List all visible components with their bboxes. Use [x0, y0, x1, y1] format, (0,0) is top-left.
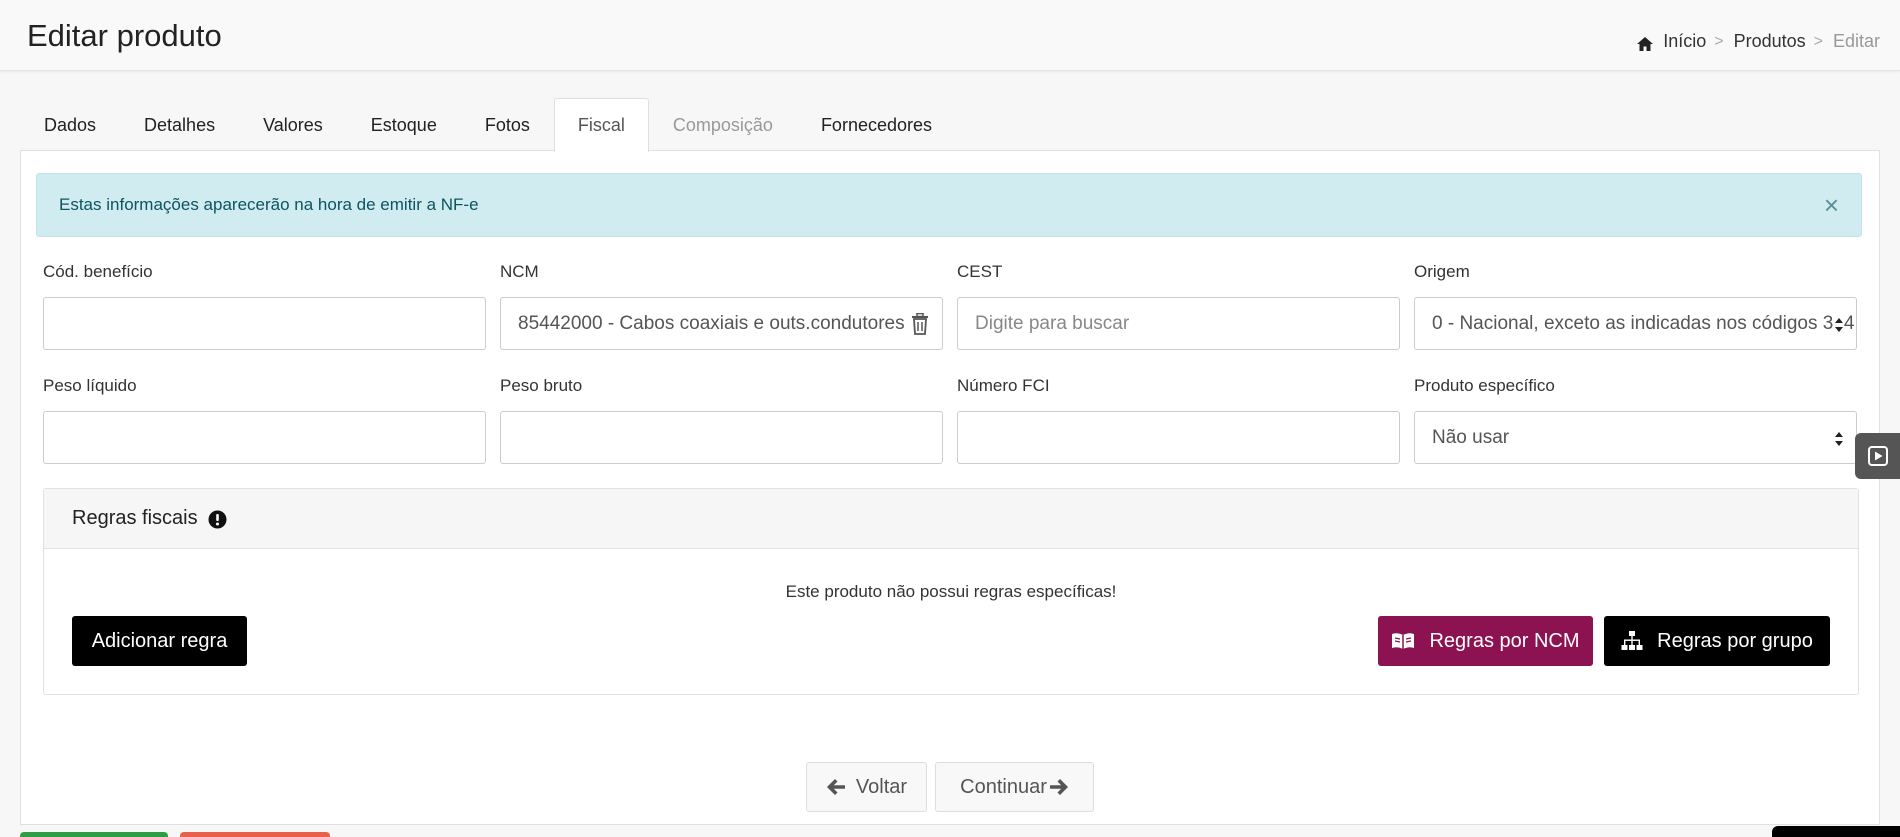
cod-beneficio-input[interactable]	[43, 297, 486, 350]
trash-icon[interactable]	[910, 313, 930, 335]
cest-input[interactable]: Digite para buscar	[957, 297, 1400, 350]
ncm-label: NCM	[500, 262, 539, 281]
numero-fci-label: Número FCI	[957, 376, 1050, 395]
fiscal-rules-header: Regras fiscais	[44, 489, 1858, 549]
produto-especifico-value: Não usar	[1432, 426, 1510, 448]
continue-label: Continuar	[960, 775, 1047, 798]
tab-valores[interactable]: Valores	[239, 98, 347, 151]
ncm-group: NCM 85442000 - Cabos coaxiais e outs.con…	[500, 262, 943, 350]
arrow-right-icon	[1049, 779, 1068, 795]
exclamation-icon[interactable]	[208, 510, 227, 529]
numero-fci-input[interactable]	[957, 411, 1400, 464]
origem-select[interactable]: 0 - Nacional, exceto as indicadas nos có…	[1414, 297, 1857, 350]
select-arrows-icon	[1834, 430, 1844, 448]
peso-liquido-input[interactable]	[43, 411, 486, 464]
alert-message: Estas informações aparecerão na hora de …	[59, 195, 479, 214]
tab-detalhes[interactable]: Detalhes	[120, 98, 239, 151]
rules-by-ncm-button[interactable]: Regras por NCM	[1378, 616, 1593, 666]
back-button[interactable]: Voltar	[806, 762, 927, 812]
cod-beneficio-group: Cód. benefício	[43, 262, 486, 350]
page-header: Editar produto Início > Produtos > Edita…	[0, 0, 1900, 71]
info-alert: Estas informações aparecerão na hora de …	[36, 173, 1862, 237]
fiscal-tab-content: Estas informações aparecerão na hora de …	[20, 150, 1880, 825]
tab-fornecedores[interactable]: Fornecedores	[797, 98, 956, 151]
cest-group: CEST Digite para buscar	[957, 262, 1400, 350]
play-square-icon	[1867, 446, 1888, 466]
tab-dados[interactable]: Dados	[20, 98, 120, 151]
tab-estoque[interactable]: Estoque	[347, 98, 461, 151]
rules-by-group-label: Regras por grupo	[1657, 629, 1813, 652]
origem-label: Origem	[1414, 262, 1470, 281]
rules-by-group-button[interactable]: Regras por grupo	[1604, 616, 1830, 666]
peso-bruto-input[interactable]	[500, 411, 943, 464]
produto-especifico-label: Produto específico	[1414, 376, 1555, 395]
tab-composicao[interactable]: Composição	[649, 98, 797, 151]
back-label: Voltar	[855, 775, 908, 798]
cod-beneficio-label: Cód. benefício	[43, 262, 153, 281]
save-button-edge[interactable]	[20, 832, 168, 837]
page-title: Editar produto	[27, 18, 222, 53]
peso-bruto-label: Peso bruto	[500, 376, 583, 395]
select-arrows-icon	[1834, 316, 1844, 334]
peso-bruto-group: Peso bruto	[500, 376, 943, 464]
tab-fotos[interactable]: Fotos	[461, 98, 554, 151]
origem-value: 0 - Nacional, exceto as indicadas nos có…	[1432, 312, 1856, 334]
breadcrumb-products[interactable]: Produtos	[1734, 31, 1806, 52]
home-icon	[1637, 36, 1654, 51]
peso-liquido-group: Peso líquido	[43, 376, 486, 464]
fiscal-rules-title: Regras fiscais	[72, 507, 198, 529]
book-icon	[1392, 633, 1415, 649]
floating-widget-edge[interactable]	[1772, 826, 1900, 837]
fiscal-rules-panel: Regras fiscais Este produto não possui r…	[43, 488, 1859, 695]
continue-button[interactable]: Continuar	[935, 762, 1094, 812]
tab-bar: Dados Detalhes Valores Estoque Fotos Fis…	[20, 98, 956, 152]
breadcrumb: Início > Produtos > Editar	[1636, 31, 1880, 52]
ncm-input[interactable]: 85442000 - Cabos coaxiais e outs.conduto…	[500, 297, 943, 350]
produto-especifico-select[interactable]: Não usar	[1414, 411, 1857, 464]
ncm-value: 85442000 - Cabos coaxiais e outs.conduto…	[518, 312, 905, 334]
sitemap-icon	[1621, 631, 1643, 650]
cest-label: CEST	[957, 262, 1003, 281]
produto-especifico-group: Produto específico Não usar	[1414, 376, 1857, 464]
no-rules-message: Este produto não possui regras específic…	[785, 582, 1117, 601]
cancel-button-edge[interactable]	[180, 832, 330, 837]
origem-group: Origem 0 - Nacional, exceto as indicadas…	[1414, 262, 1857, 350]
breadcrumb-separator: >	[1813, 32, 1823, 50]
peso-liquido-label: Peso líquido	[43, 376, 137, 395]
rules-by-ncm-label: Regras por NCM	[1429, 629, 1580, 652]
close-icon[interactable]: ×	[1824, 192, 1839, 218]
arrow-left-icon	[826, 779, 845, 795]
breadcrumb-separator: >	[1714, 32, 1724, 50]
breadcrumb-home[interactable]: Início	[1663, 31, 1706, 52]
side-panel-toggle[interactable]	[1855, 433, 1900, 479]
numero-fci-group: Número FCI	[957, 376, 1400, 464]
breadcrumb-edit: Editar	[1832, 31, 1880, 51]
tab-fiscal[interactable]: Fiscal	[553, 98, 649, 152]
add-rule-button[interactable]: Adicionar regra	[72, 616, 247, 666]
